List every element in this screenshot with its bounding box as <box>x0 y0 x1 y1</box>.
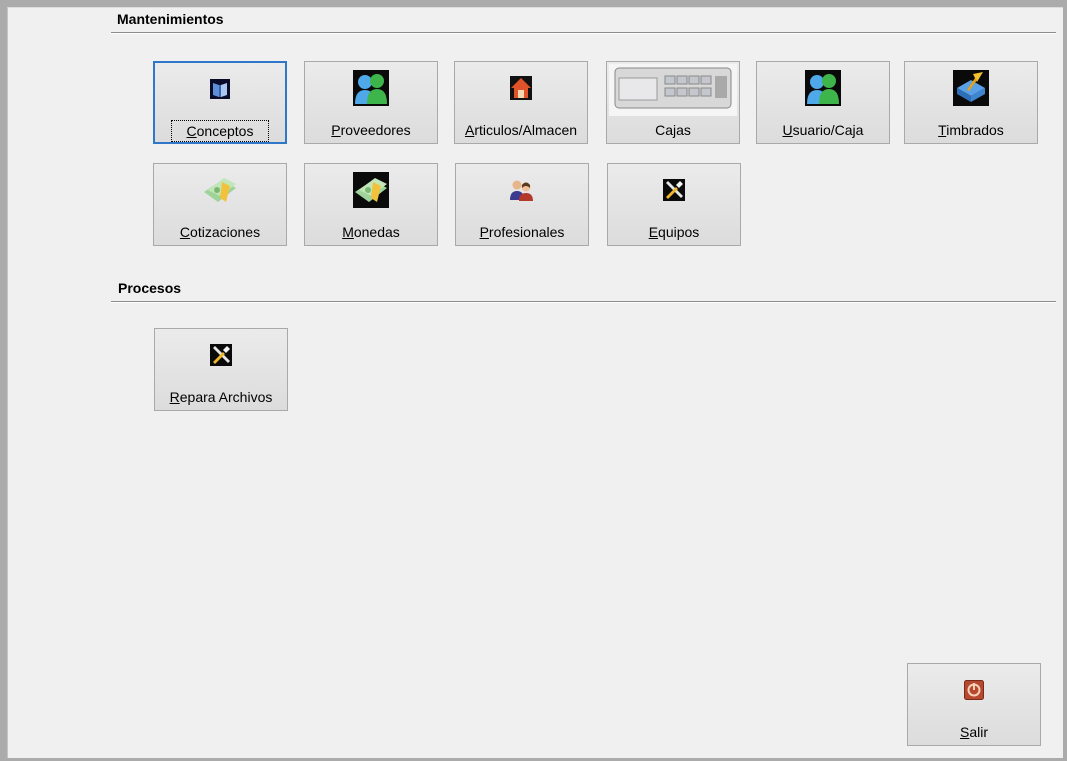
tile-label: Conceptos <box>186 123 254 139</box>
tile-label: Cotizaciones <box>179 224 261 240</box>
articulos-almacen-button[interactable]: Articulos/Almacen <box>454 61 588 144</box>
money-icon <box>202 172 238 208</box>
salir-button[interactable]: Salir <box>907 663 1041 746</box>
professionals-icon <box>504 172 540 208</box>
section-divider <box>111 301 1056 303</box>
timbrados-button[interactable]: Timbrados <box>904 61 1038 144</box>
monedas-button[interactable]: Monedas <box>304 163 438 246</box>
main-window: Mantenimientos Conceptos Proveedores Art… <box>7 7 1063 758</box>
section-title-mantenimientos: Mantenimientos <box>117 11 224 27</box>
tile-label: Articulos/Almacen <box>464 122 578 138</box>
cotizaciones-button[interactable]: Cotizaciones <box>153 163 287 246</box>
equipos-button[interactable]: Equipos <box>607 163 741 246</box>
users-icon <box>805 70 841 106</box>
users-icon <box>353 70 389 106</box>
tile-label: Monedas <box>342 224 400 240</box>
house-icon <box>503 70 539 106</box>
tile-label: Proveedores <box>331 122 411 138</box>
cajas-button[interactable]: Cajas <box>606 61 740 144</box>
tools-icon <box>656 172 692 208</box>
tile-label: Repara Archivos <box>169 389 273 405</box>
tile-label: Cajas <box>655 122 691 138</box>
proveedores-button[interactable]: Proveedores <box>304 61 438 144</box>
repara-archivos-button[interactable]: Repara Archivos <box>154 328 288 411</box>
money-icon <box>353 172 389 208</box>
tools-icon <box>203 337 239 373</box>
tile-label: Profesionales <box>479 224 565 240</box>
tile-label: Usuario/Caja <box>782 122 864 138</box>
tile-label: Salir <box>959 724 988 740</box>
stamp-icon <box>953 70 989 106</box>
conceptos-button[interactable]: Conceptos <box>153 61 287 144</box>
book-icon <box>202 71 238 107</box>
cash-register-icon <box>609 64 737 116</box>
section-title-procesos: Procesos <box>118 280 182 296</box>
profesionales-button[interactable]: Profesionales <box>455 163 589 246</box>
tile-label: Timbrados <box>938 122 1004 138</box>
section-divider <box>111 32 1056 34</box>
power-icon <box>956 672 992 708</box>
tile-label: Equipos <box>648 224 700 240</box>
usuario-caja-button[interactable]: Usuario/Caja <box>756 61 890 144</box>
